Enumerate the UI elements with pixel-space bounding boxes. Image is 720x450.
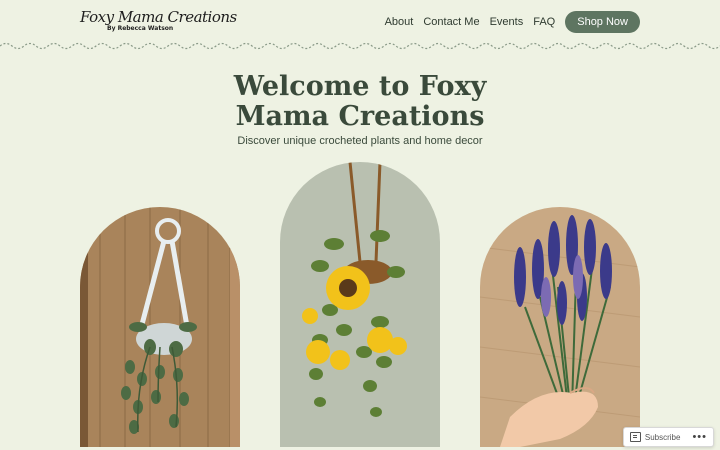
- gallery-image-lavender-bouquet[interactable]: [480, 207, 640, 447]
- page-subtitle: Discover unique crocheted plants and hom…: [237, 135, 483, 147]
- shop-now-button[interactable]: Shop Now: [565, 11, 640, 33]
- gallery-image-hanging-plant[interactable]: [80, 207, 240, 447]
- wave-divider: [0, 42, 720, 50]
- site-logo[interactable]: Foxy Mama Creations By Rebecca Watson: [80, 9, 237, 33]
- nav-about[interactable]: About: [385, 16, 414, 28]
- title-line-1: Welcome to Foxy: [233, 71, 487, 102]
- gallery-image-hanging-sunflowers[interactable]: [280, 162, 440, 447]
- page-title: Welcome to Foxy Mama Creations: [0, 72, 720, 132]
- nav-faq[interactable]: FAQ: [533, 16, 555, 28]
- subscribe-widget[interactable]: Subscribe •••: [622, 427, 714, 447]
- title-line-2: Mama Creations: [235, 101, 485, 132]
- more-options-icon[interactable]: •••: [692, 432, 707, 443]
- nav-events[interactable]: Events: [490, 16, 524, 28]
- subscribe-label: Subscribe: [644, 432, 681, 442]
- nav-contact-me[interactable]: Contact Me: [423, 16, 479, 28]
- logo-subtitle: By Rebecca Watson: [107, 25, 174, 32]
- logo-title: Foxy Mama Creations: [80, 8, 237, 26]
- site-header: Foxy Mama Creations By Rebecca Watson Ab…: [0, 0, 720, 44]
- main-nav: About Contact Me Events FAQ Shop Now: [375, 11, 640, 33]
- reader-icon: [629, 432, 641, 442]
